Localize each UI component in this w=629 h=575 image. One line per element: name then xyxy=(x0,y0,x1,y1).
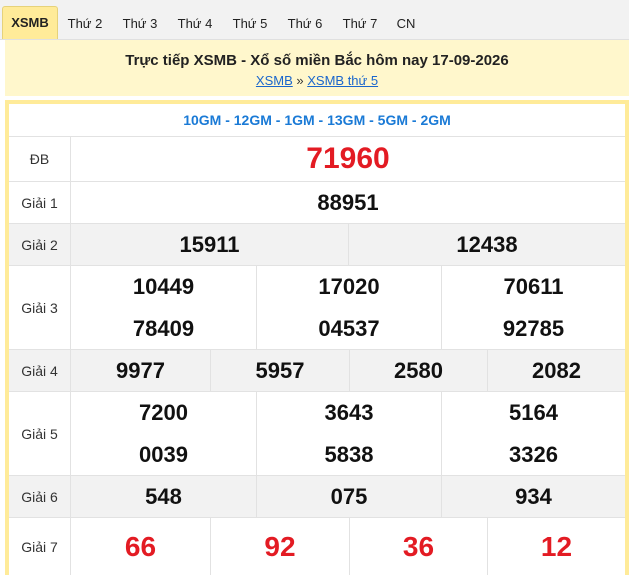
prize-number: 71960 xyxy=(306,142,390,175)
prize-number: 3643 xyxy=(256,392,441,434)
tab-thu-2[interactable]: Thứ 2 xyxy=(58,8,112,40)
prize-row-g4: Giải 4 9977 5957 2580 2082 xyxy=(9,350,625,392)
tab-cn[interactable]: CN xyxy=(388,8,424,40)
prize-label: Giải 6 xyxy=(9,476,71,517)
tab-thu-5[interactable]: Thứ 5 xyxy=(223,8,277,40)
tab-thu-7[interactable]: Thứ 7 xyxy=(333,8,387,40)
prize-number: 04537 xyxy=(256,308,441,349)
prize-row-db: ĐB 71960 xyxy=(9,137,625,182)
prize-label: Giải 4 xyxy=(9,350,71,391)
prize-number: 12438 xyxy=(348,224,625,265)
prize-number: 9977 xyxy=(116,357,165,383)
tab-thu-6[interactable]: Thứ 6 xyxy=(278,8,332,40)
tab-xsmb[interactable]: XSMB xyxy=(2,6,58,39)
station-codes: 10GM - 12GM - 1GM - 13GM - 5GM - 2GM xyxy=(9,104,625,137)
prize-label: Giải 1 xyxy=(9,182,71,223)
prize-number: 36 xyxy=(349,518,487,575)
prize-number: 5838 xyxy=(256,434,441,475)
prize-number: 5957 xyxy=(210,350,349,391)
prize-row-g3: Giải 3 10449 17020 70611 78409 04537 927… xyxy=(9,266,625,350)
prize-label: Giải 5 xyxy=(9,392,71,475)
tab-thu-3[interactable]: Thứ 3 xyxy=(113,8,167,40)
prize-label: ĐB xyxy=(9,137,71,181)
prize-label: Giải 7 xyxy=(9,518,71,575)
prize-number: 15911 xyxy=(179,231,240,257)
prize-number: 88951 xyxy=(317,189,379,215)
breadcrumb: XSMB » XSMB thứ 5 xyxy=(5,73,629,88)
prize-label: Giải 2 xyxy=(9,224,71,265)
prize-number: 075 xyxy=(256,476,441,517)
results-table: 10GM - 12GM - 1GM - 13GM - 5GM - 2GM ĐB … xyxy=(9,104,625,575)
prize-number: 5164 xyxy=(441,392,625,434)
prize-number: 92 xyxy=(210,518,349,575)
breadcrumb-link-xsmb-thu-5[interactable]: XSMB thứ 5 xyxy=(307,73,378,88)
prize-number: 70611 xyxy=(441,266,625,308)
prize-number: 10449 xyxy=(132,274,195,299)
prize-number: 2580 xyxy=(349,350,487,391)
breadcrumb-link-xsmb[interactable]: XSMB xyxy=(256,73,293,88)
prize-label: Giải 3 xyxy=(9,266,71,349)
page-title: Trực tiếp XSMB - Xổ số miền Bắc hôm nay … xyxy=(125,52,509,69)
prize-number: 934 xyxy=(441,476,625,517)
prize-number: 12 xyxy=(487,518,625,575)
prize-number: 3326 xyxy=(441,434,625,475)
prize-number: 0039 xyxy=(139,441,188,467)
prize-number: 92785 xyxy=(441,308,625,349)
lottery-page: XSMB Thứ 2 Thứ 3 Thứ 4 Thứ 5 Thứ 6 Thứ 7… xyxy=(0,0,629,575)
prize-number: 548 xyxy=(145,483,182,509)
prize-row-g5: Giải 5 7200 3643 5164 0039 5838 3326 xyxy=(9,392,625,476)
day-tabs: XSMB Thứ 2 Thứ 3 Thứ 4 Thứ 5 Thứ 6 Thứ 7… xyxy=(0,0,629,40)
prize-row-g1: Giải 1 88951 xyxy=(9,182,625,224)
results-frame: 10GM - 12GM - 1GM - 13GM - 5GM - 2GM ĐB … xyxy=(5,100,629,575)
prize-number: 2082 xyxy=(487,350,625,391)
prize-number: 17020 xyxy=(256,266,441,308)
prize-number: 66 xyxy=(124,530,157,562)
prize-number: 7200 xyxy=(139,400,188,425)
prize-row-g7: Giải 7 66 92 36 12 xyxy=(9,518,625,575)
results-header: Trực tiếp XSMB - Xổ số miền Bắc hôm nay … xyxy=(5,40,629,96)
prize-number: 78409 xyxy=(132,315,195,341)
prize-row-g2: Giải 2 15911 12438 xyxy=(9,224,625,266)
tab-thu-4[interactable]: Thứ 4 xyxy=(168,8,222,40)
prize-row-g6: Giải 6 548 075 934 xyxy=(9,476,625,518)
breadcrumb-separator: » xyxy=(296,73,304,88)
